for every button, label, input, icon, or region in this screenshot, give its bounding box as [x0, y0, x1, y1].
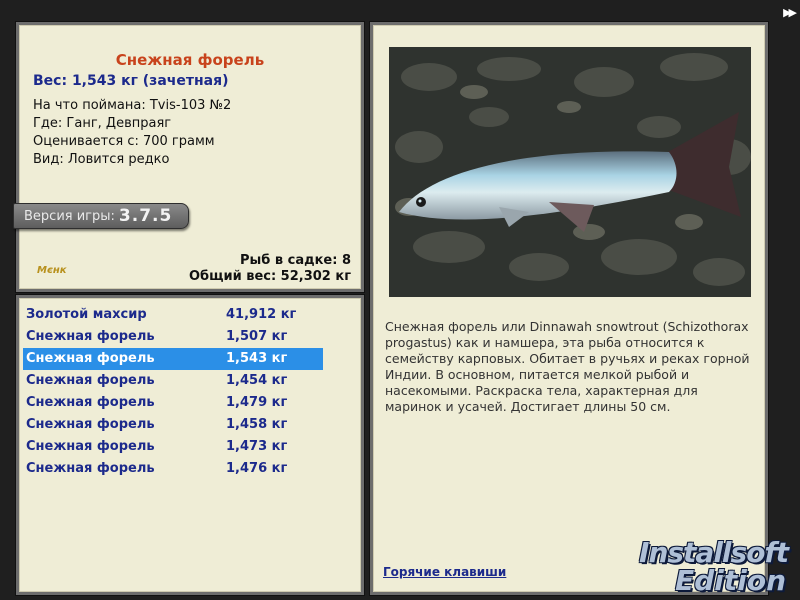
catch-fish-weight: 1,543 кг	[226, 351, 288, 366]
game-logo: Мєнк	[37, 265, 67, 276]
catch-list-item[interactable]: Снежная форель 1,476 кг	[23, 458, 323, 480]
fish-weight: Вес: 1,543 кг (зачетная)	[33, 73, 229, 89]
fast-forward-icon[interactable]: ▶▶	[783, 6, 797, 19]
catch-fish-weight: 41,912 кг	[226, 307, 297, 322]
fish-photo-image	[389, 47, 751, 297]
cage-summary: Рыб в садке: 8 Общий вес: 52,302 кг	[189, 253, 351, 285]
catch-fish-weight: 1,454 кг	[226, 373, 288, 388]
fish-title: Снежная форель	[115, 51, 265, 69]
catch-fish-name: Снежная форель	[26, 461, 155, 476]
cage-total-weight: Общий вес: 52,302 кг	[188, 269, 351, 284]
catch-fish-weight: 1,473 кг	[226, 439, 288, 454]
watermark: Installsoft Edition	[638, 518, 798, 598]
catch-fish-weight: 1,479 кг	[226, 395, 288, 410]
fish-description-panel: Снежная форель или Dinnawah snowtrout (S…	[370, 22, 768, 595]
location-info: Где: Ганг, Девпраяг	[33, 116, 172, 131]
catch-fish-name: Снежная форель	[26, 439, 155, 454]
hotkeys-link[interactable]: Горячие клавиши	[383, 565, 506, 579]
catch-list-item[interactable]: Снежная форель 1,458 кг	[23, 414, 323, 436]
fish-details: На что поймана: Tvis-103 №2 Где: Ганг, Д…	[33, 97, 231, 169]
fish-info-panel: Снежная форель Вес: 1,543 кг (зачетная) …	[13, 22, 364, 292]
catch-list-item[interactable]: Снежная форель 1,479 кг	[23, 392, 323, 414]
watermark-line-2: Edition	[675, 564, 786, 597]
catch-fish-name: Снежная форель	[26, 395, 155, 410]
cage-count: Рыб в садке: 8	[239, 253, 351, 268]
catch-list-item[interactable]: Снежная форель 1,454 кг	[23, 370, 323, 392]
catch-fish-name: Снежная форель	[26, 329, 155, 344]
catch-fish-name: Снежная форель	[26, 351, 155, 366]
catch-fish-name: Снежная форель	[26, 373, 155, 388]
fish-photo	[389, 47, 751, 297]
version-label: Версия игры:	[24, 208, 115, 224]
version-badge: Версия игры: 3.7.5	[13, 203, 189, 229]
rarity-info: Вид: Ловится редко	[33, 152, 170, 167]
catch-fish-name: Золотой махсир	[26, 307, 147, 322]
catch-list-item[interactable]: Снежная форель 1,473 кг	[23, 436, 323, 458]
catch-list-panel: Золотой махсир 41,912 кг Снежная форель 1,5…	[16, 295, 364, 595]
catch-list-item[interactable]: Снежная форель 1,543 кг	[23, 348, 323, 370]
catch-fish-weight: 1,476 кг	[226, 461, 288, 476]
catch-fish-weight: 1,507 кг	[226, 329, 288, 344]
version-value: 3.7.5	[118, 206, 173, 226]
min-weight-info: Оценивается с: 700 грамм	[33, 134, 215, 149]
catch-list-item[interactable]: Снежная форель 1,507 кг	[23, 326, 323, 348]
catch-fish-name: Снежная форель	[26, 417, 155, 432]
fish-description: Снежная форель или Dinnawah snowtrout (S…	[385, 319, 750, 414]
catch-list-item[interactable]: Золотой махсир 41,912 кг	[23, 304, 323, 326]
catch-fish-weight: 1,458 кг	[226, 417, 288, 432]
catch-list: Золотой махсир 41,912 кг Снежная форель 1,5…	[23, 304, 323, 480]
bait-info: На что поймана: Tvis-103 №2	[33, 98, 232, 113]
